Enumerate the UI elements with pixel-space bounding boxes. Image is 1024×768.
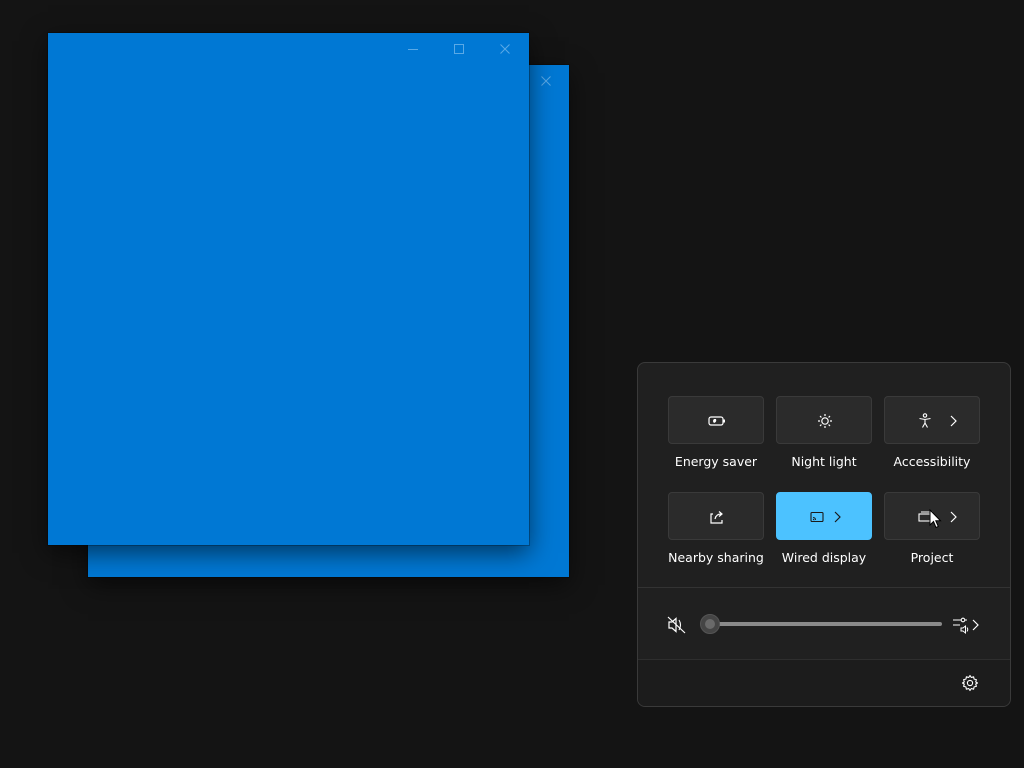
close-icon	[500, 44, 510, 54]
front-window[interactable]	[48, 33, 529, 545]
volume-muted-icon[interactable]	[666, 614, 688, 636]
volume-slider-track[interactable]	[710, 622, 942, 626]
share-icon	[710, 511, 723, 524]
volume-slider-thumb[interactable]	[700, 614, 720, 634]
wired-display-button[interactable]	[776, 492, 872, 540]
chevron-right-icon	[950, 415, 957, 427]
gear-icon[interactable]	[961, 674, 979, 692]
maximize-icon	[454, 44, 464, 54]
minimize-button[interactable]	[390, 33, 436, 65]
back-window-close-button[interactable]	[523, 65, 569, 97]
sound-mixer-icon	[953, 617, 969, 635]
chevron-right-icon	[972, 619, 979, 631]
project-label: Project	[910, 550, 954, 565]
energy-saver-toggle[interactable]	[668, 396, 764, 444]
close-button[interactable]	[482, 33, 528, 65]
nearby-sharing-toggle[interactable]	[668, 492, 764, 540]
accessibility-label: Accessibility	[893, 454, 971, 469]
maximize-button[interactable]	[436, 33, 482, 65]
chevron-right-icon	[950, 511, 957, 523]
accessibility-icon	[919, 413, 931, 428]
night-light-toggle[interactable]	[776, 396, 872, 444]
mouse-pointer-icon	[929, 509, 942, 529]
divider	[638, 587, 1010, 588]
sound-output-button[interactable]	[951, 614, 983, 636]
energy-saver-icon	[708, 416, 725, 426]
accessibility-button[interactable]	[884, 396, 980, 444]
cast-icon	[810, 511, 824, 523]
minimize-icon	[408, 49, 418, 50]
chevron-right-icon	[834, 511, 841, 523]
close-icon	[541, 76, 551, 86]
quick-settings-footer	[638, 659, 1010, 706]
night-light-icon	[818, 414, 832, 428]
